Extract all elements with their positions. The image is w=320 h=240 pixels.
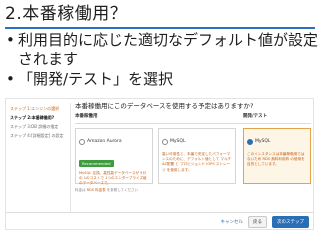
wizard-steps: ステップ 1:エンジンの選択 ステップ 2:本番稼働用? ステップ 3:DB 詳…	[10, 104, 70, 140]
title-underline	[5, 27, 315, 29]
bullet-list: • 利用目的に応じた適切なデフォルト値が設定されます • 「開発/テスト」を選択	[6, 31, 318, 90]
radio-selected-icon[interactable]	[247, 138, 253, 145]
footer-rule	[6, 212, 313, 213]
option-desc: このインスタンスは本番稼働用ではないため RDS 無料利用枠 の使用を目的として…	[247, 152, 305, 167]
bullet-dot-icon: •	[6, 31, 15, 49]
step-2-current: ステップ 2:本番稼働用?	[10, 115, 55, 120]
section-rule	[75, 123, 311, 124]
radio-icon[interactable]	[79, 138, 85, 145]
section-headers: 本番稼働用 開発/テスト	[75, 113, 311, 122]
step-1-link[interactable]: ステップ 1:エンジンの選択	[10, 104, 70, 113]
option-card-aurora[interactable]: Amazon Aurora Recommended MySQL 互換、高性能デー…	[75, 128, 153, 186]
wizard-main: 本番稼働用にこのデータベースを使用する予定はありますか? 本番稼働用 開発/テス…	[75, 102, 311, 193]
option-name: Amazon Aurora	[87, 139, 122, 144]
devtest-heading: 開発/テスト	[243, 114, 268, 119]
steps-divider	[70, 103, 71, 213]
question-heading: 本番稼働用にこのデータベースを使用する予定はありますか?	[75, 102, 254, 110]
option-desc: MySQL 互換、高性能データベースが 5分の 1のコストで 1つのエンタープラ…	[79, 171, 147, 186]
bullet-dot-icon: •	[6, 70, 15, 88]
option-name: MySQL	[170, 139, 186, 144]
next-step-button[interactable]: 次のステップ	[272, 216, 309, 228]
bullet-text: 利用目的に応じた適切なデフォルト値が設定されます	[18, 31, 319, 68]
cancel-button[interactable]: キャンセル	[221, 219, 244, 225]
bullet-text: 「開発/テスト」を選択	[18, 70, 174, 88]
slide-title: 2.本番稼働用？	[5, 4, 128, 24]
production-heading: 本番稼働用	[75, 114, 98, 119]
bullet-item: • 利用目的に応じた適切なデフォルト値が設定されます	[6, 31, 318, 69]
option-cards: Amazon Aurora Recommended MySQL 互換、高性能デー…	[75, 128, 311, 190]
step-3: ステップ 3:DB 詳細の指定	[10, 124, 59, 129]
console-screenshot: ステップ 1:エンジンの選択 ステップ 2:本番稼働用? ステップ 3:DB 詳…	[5, 98, 314, 230]
option-name: MySQL	[255, 139, 271, 144]
radio-icon[interactable]	[162, 138, 168, 145]
step-4: ステップ 4:[詳細設定] の設定	[10, 133, 64, 138]
option-card-mysql-devtest[interactable]: MySQL このインスタンスは本番稼働用ではないため RDS 無料利用枠 の使用…	[243, 128, 311, 184]
option-desc: 高い可用性と、本番で安定したパフォーマンスのために、デフォルト値として マルチA…	[162, 152, 232, 172]
wizard-buttons: キャンセル 戻る 次のステップ	[221, 216, 309, 228]
back-button[interactable]: 戻る	[248, 216, 267, 228]
bullet-item: • 「開発/テスト」を選択	[6, 70, 318, 89]
option-card-mysql-production[interactable]: MySQL 高い可用性と、本番で安定したパフォーマンスのために、デフォルト値とし…	[158, 128, 236, 184]
recommended-badge: Recommended	[79, 160, 114, 167]
